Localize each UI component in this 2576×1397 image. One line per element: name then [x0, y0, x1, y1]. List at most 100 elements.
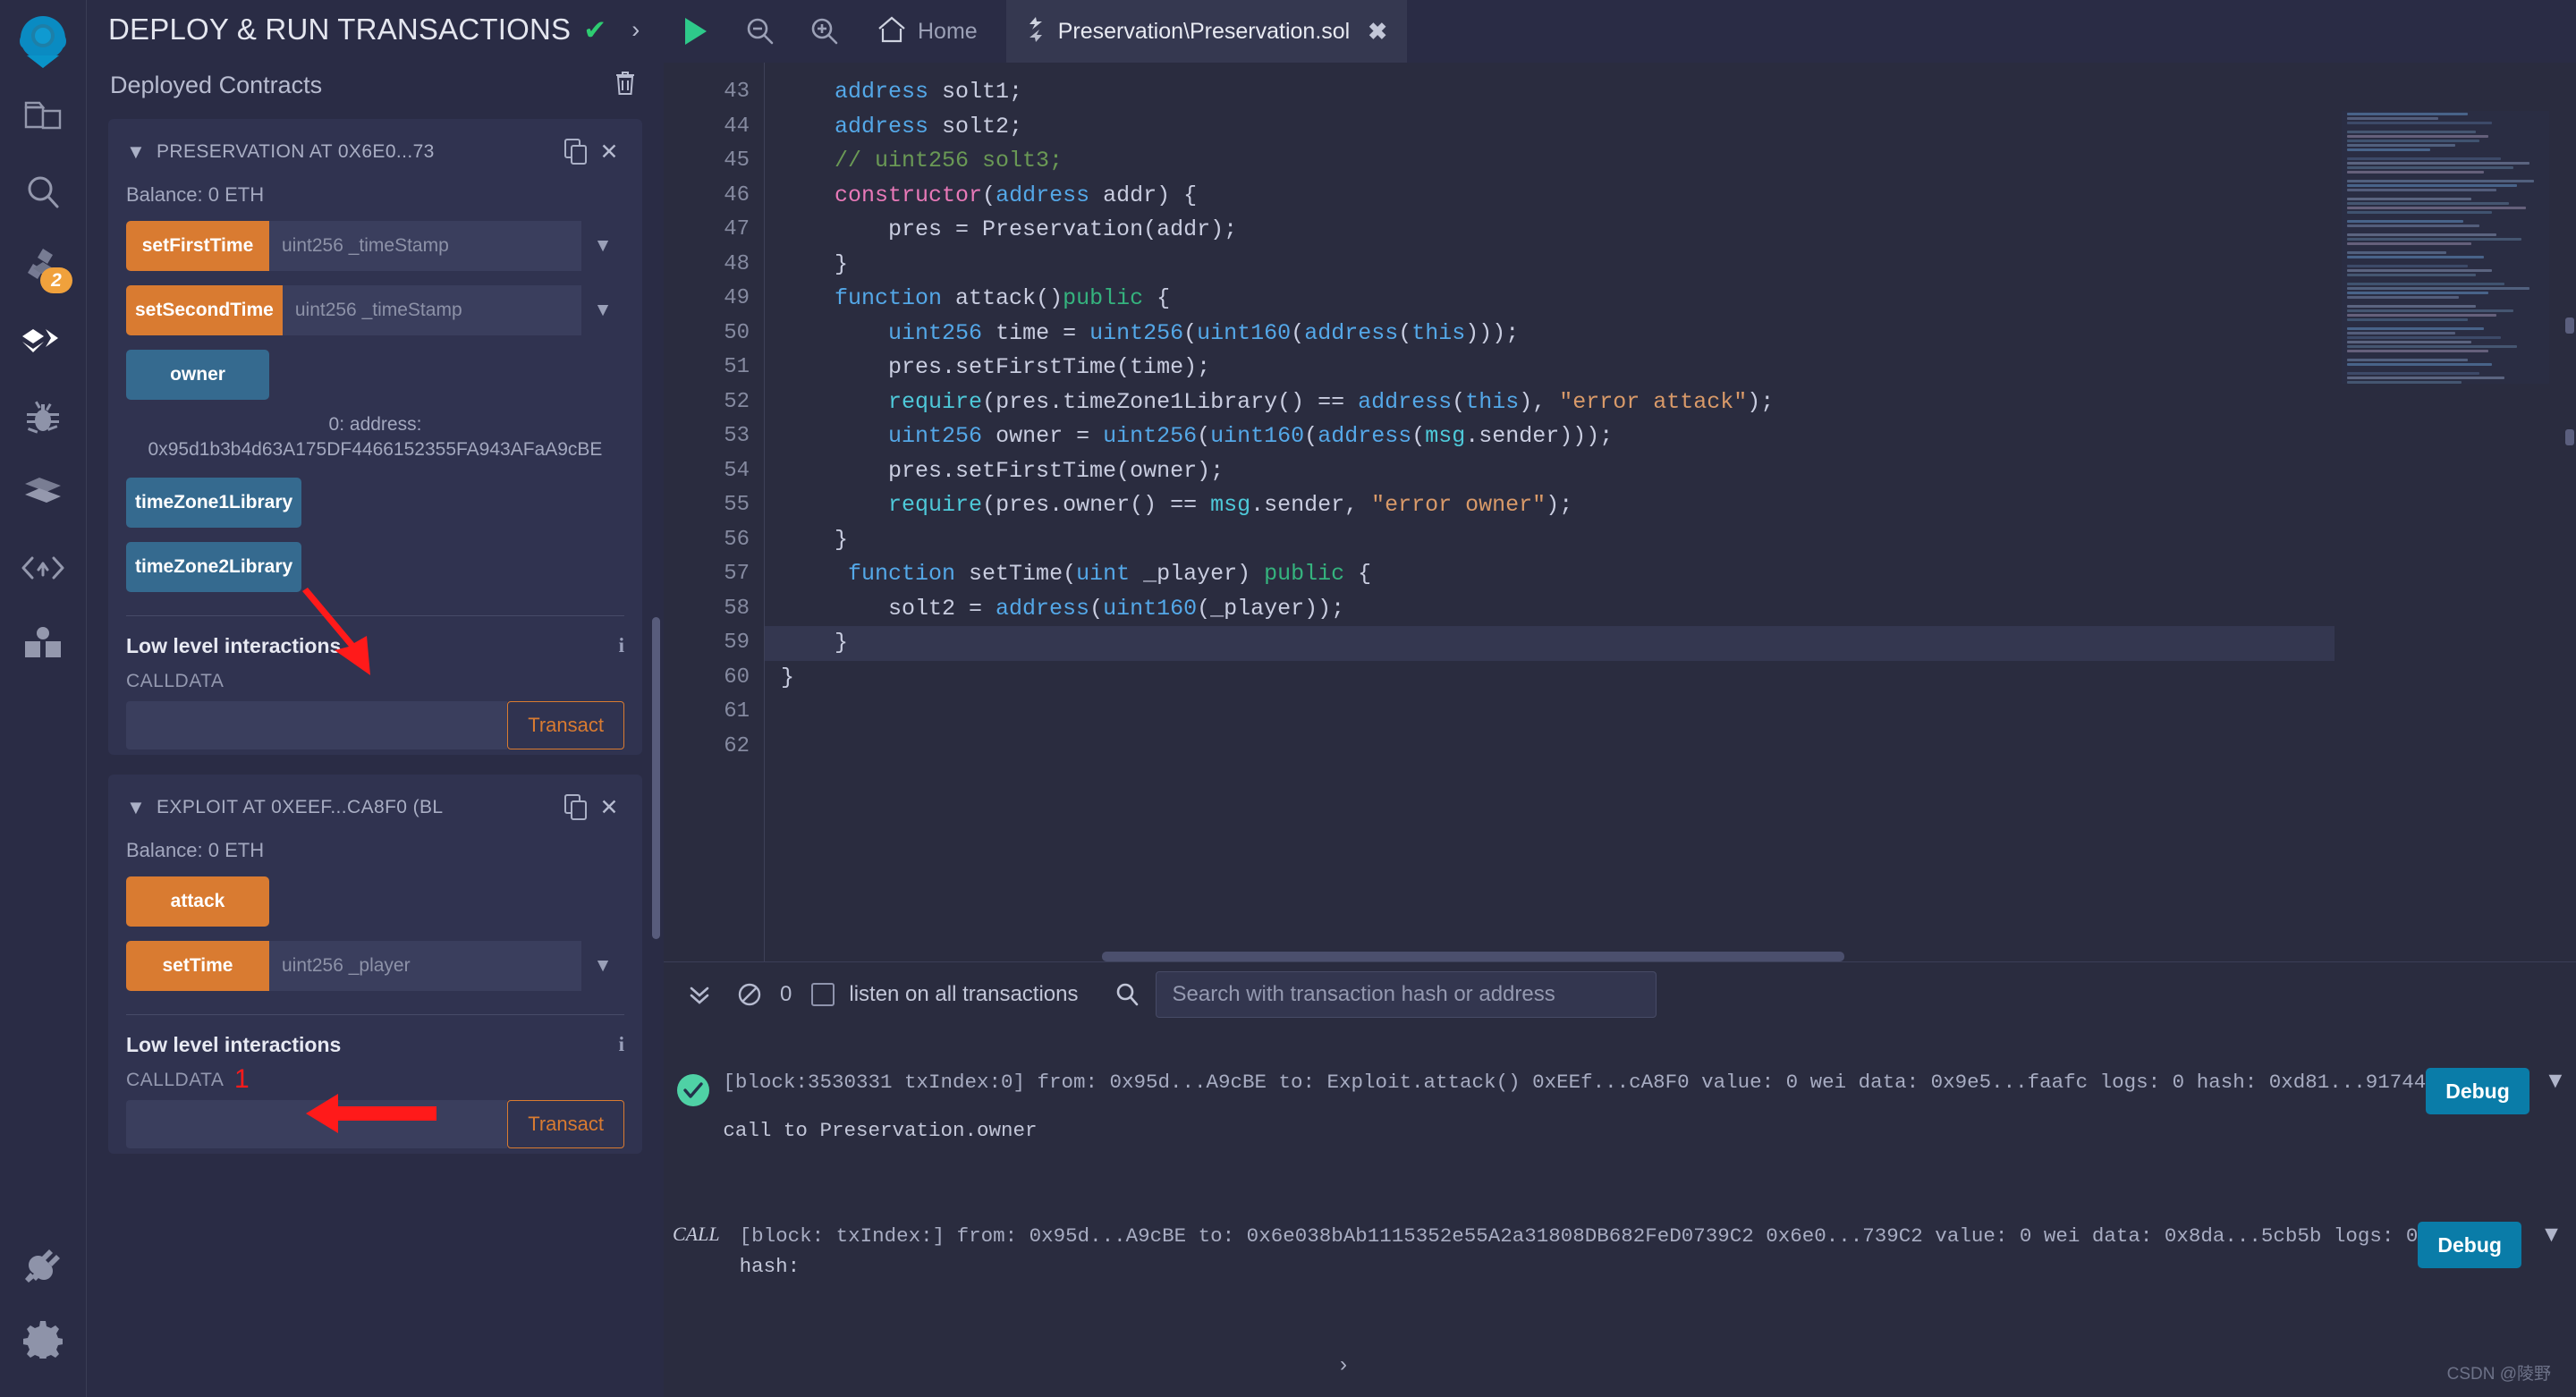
sidebar-item-search[interactable]: [15, 165, 71, 220]
debug-button[interactable]: Debug: [2426, 1068, 2529, 1114]
code-line[interactable]: function setTime(uint _player) public {: [765, 557, 2334, 592]
contract-card-header[interactable]: ▼ EXPLOIT AT 0XEEF...CA8F0 (BL ✕: [108, 775, 642, 834]
double-chevron-down-icon[interactable]: [674, 981, 724, 1008]
sidebar-item-learneth[interactable]: [15, 615, 71, 671]
sidebar-item-settings[interactable]: [15, 1311, 71, 1367]
chevron-down-icon[interactable]: ▼: [126, 796, 157, 819]
debug-button[interactable]: Debug: [2418, 1222, 2521, 1268]
info-icon[interactable]: i: [619, 1033, 624, 1056]
minimap-line: [2347, 314, 2497, 317]
attack-button[interactable]: attack: [126, 876, 269, 927]
setsecondtime-button[interactable]: setSecondTime: [126, 285, 283, 335]
owner-button[interactable]: owner: [126, 350, 269, 400]
left-panel-scrollbar[interactable]: [652, 617, 660, 939]
code-line[interactable]: pres = Preservation(addr);: [765, 213, 2334, 248]
code-line[interactable]: require(pres.timeZone1Library() == addre…: [765, 385, 2334, 420]
transaction-row[interactable]: [block:3530331 txIndex:0] from: 0x95d...…: [664, 1068, 2576, 1142]
code-line[interactable]: uint256 owner = uint256(uint160(address(…: [765, 419, 2334, 454]
editor-horizontal-scrollbar[interactable]: [1102, 952, 1844, 961]
editor-scroll-marker-a[interactable]: [2565, 318, 2574, 334]
chevron-down-icon[interactable]: ▼: [581, 285, 624, 335]
code-line[interactable]: require(pres.owner() == msg.sender, "err…: [765, 488, 2334, 523]
chevron-down-icon[interactable]: ▼: [2535, 1068, 2576, 1094]
sidebar-item-unit-testing[interactable]: [15, 465, 71, 521]
close-icon[interactable]: ✕: [594, 139, 624, 165]
low-level-interactions-header: Low level interactions i: [126, 1033, 624, 1057]
code-line[interactable]: address solt1;: [765, 75, 2334, 110]
close-icon[interactable]: ✕: [594, 794, 624, 821]
settime-button[interactable]: setTime: [126, 940, 269, 991]
activity-icon-bar: 2: [0, 0, 87, 1397]
code-editor[interactable]: 43 44 45 46 47 48 49 50 51 52 53 54 55 56 57 58 59 60 61 62…: [664, 63, 2576, 961]
code-line[interactable]: function attack()public {: [765, 282, 2334, 317]
code-line[interactable]: }: [765, 626, 2334, 661]
transact-button[interactable]: Transact: [507, 700, 624, 749]
calldata-input[interactable]: [126, 1099, 508, 1148]
code-lines[interactable]: address solt1; address solt2; // uint256…: [764, 63, 2334, 961]
editor-minimap[interactable]: [2342, 111, 2549, 384]
listen-all-transactions-checkbox[interactable]: [811, 983, 835, 1006]
close-icon[interactable]: ✖: [1368, 18, 1387, 46]
code-line[interactable]: address solt2;: [765, 110, 2334, 145]
minimap-line: [2347, 345, 2518, 348]
sidebar-item-code-upload[interactable]: [15, 540, 71, 596]
copy-icon[interactable]: [558, 139, 594, 165]
calldata-input[interactable]: [126, 700, 508, 749]
minimap-line: [2347, 131, 2476, 133]
minimap-line: [2347, 287, 2530, 290]
settime-input[interactable]: [269, 940, 581, 991]
transaction-row[interactable]: CALL [block: txIndex:] from: 0x95d...A9c…: [664, 1222, 2576, 1278]
line-number: 49: [724, 286, 750, 310]
trash-icon[interactable]: [614, 70, 637, 101]
search-icon[interactable]: [1114, 982, 1140, 1007]
terminal-expand-chevron[interactable]: ›: [1340, 1352, 1347, 1377]
minimap-line: [2347, 198, 2472, 200]
chevron-down-icon[interactable]: ▼: [2527, 1222, 2576, 1248]
setsecondtime-input[interactable]: [282, 285, 581, 335]
transact-button[interactable]: Transact: [507, 1099, 624, 1148]
code-line[interactable]: solt2 = address(uint160(_player));: [765, 592, 2334, 627]
code-line[interactable]: constructor(address addr) {: [765, 179, 2334, 214]
sidebar-item-file-explorer[interactable]: [15, 89, 71, 145]
line-number-gutter: 43 44 45 46 47 48 49 50 51 52 53 54 55 56 57 58 59 60 61 62: [664, 63, 764, 961]
timezone2library-button[interactable]: timeZone2Library: [126, 541, 302, 592]
chevron-right-icon[interactable]: ›: [631, 16, 640, 44]
zoom-in-icon[interactable]: [792, 17, 857, 46]
line-number: 51: [724, 355, 750, 379]
minimap-line: [2347, 135, 2488, 138]
transaction-search-input[interactable]: [1155, 971, 1657, 1018]
solidity-file-icon: [1026, 16, 1046, 47]
code-line[interactable]: }: [765, 523, 2334, 558]
code-line[interactable]: }: [765, 248, 2334, 283]
info-icon[interactable]: i: [619, 634, 624, 657]
listen-all-transactions-label: listen on all transactions: [849, 982, 1079, 1006]
sidebar-item-plugin-manager[interactable]: [15, 1236, 71, 1291]
line-number: 62: [724, 733, 750, 758]
code-line[interactable]: pres.setFirstTime(owner);: [765, 454, 2334, 489]
run-play-icon[interactable]: [664, 16, 728, 47]
code-line[interactable]: uint256 time = uint256(uint160(address(t…: [765, 317, 2334, 351]
remix-logo[interactable]: [14, 13, 72, 70]
setfirsttime-input[interactable]: [269, 221, 581, 271]
chevron-down-icon[interactable]: ▼: [581, 941, 624, 991]
home-tab[interactable]: Home: [857, 15, 997, 48]
code-line[interactable]: }: [765, 661, 2334, 696]
zoom-out-icon[interactable]: [728, 17, 792, 46]
minimap-line: [2347, 207, 2526, 209]
clear-console-icon[interactable]: [724, 981, 775, 1008]
sidebar-item-solidity-compiler[interactable]: 2: [15, 240, 72, 295]
chevron-down-icon[interactable]: ▼: [126, 140, 157, 164]
tab-preservation-sol[interactable]: Preservation\Preservation.sol ✖: [1005, 0, 1408, 63]
sidebar-item-debugger[interactable]: [15, 390, 71, 445]
chevron-down-icon[interactable]: ▼: [581, 221, 624, 271]
home-label: Home: [918, 18, 978, 44]
setfirsttime-button[interactable]: setFirstTime: [126, 221, 269, 271]
code-line[interactable]: // uint256 solt3;: [765, 144, 2334, 179]
line-number: 43: [724, 80, 750, 104]
timezone1library-button[interactable]: timeZone1Library: [126, 477, 302, 528]
editor-scroll-marker-b[interactable]: [2565, 429, 2574, 445]
contract-card-header[interactable]: ▼ PRESERVATION AT 0X6E0...73 ✕: [108, 119, 642, 178]
code-line[interactable]: pres.setFirstTime(time);: [765, 351, 2334, 385]
copy-icon[interactable]: [558, 793, 594, 821]
sidebar-item-deploy-run[interactable]: [15, 315, 71, 370]
